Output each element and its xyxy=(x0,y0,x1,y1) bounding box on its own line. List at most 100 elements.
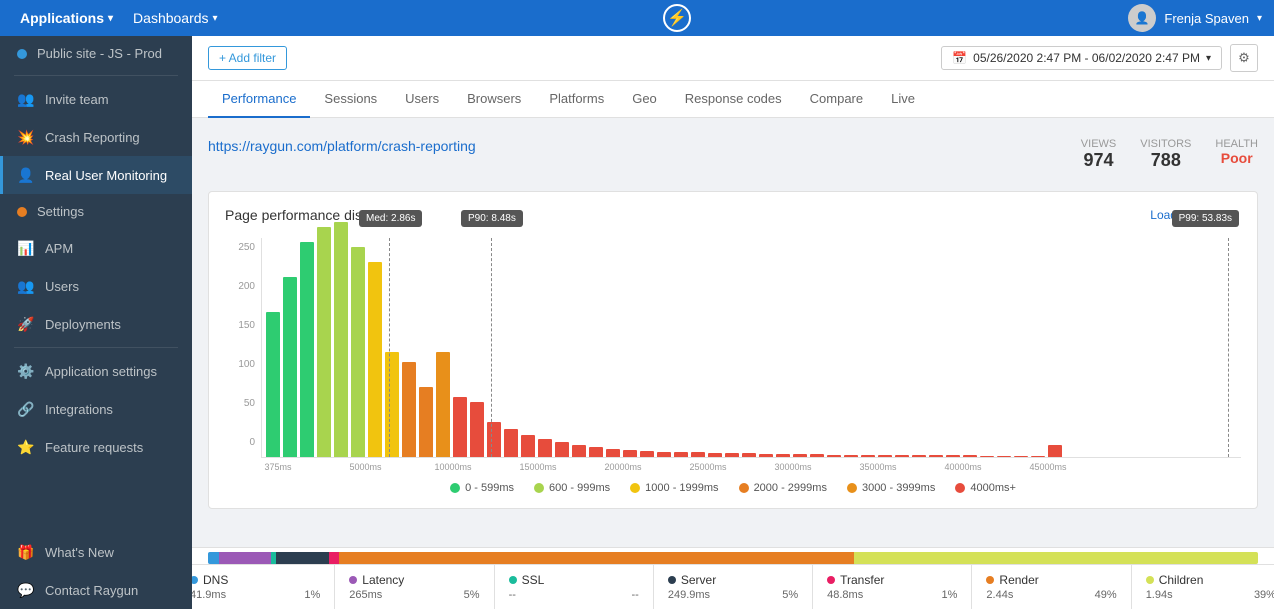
metric-children: Children 1.94s 39% xyxy=(1132,565,1274,609)
legend-item-0: 0 - 599ms xyxy=(450,482,514,494)
sidebar-item-users[interactable]: 👥 Users xyxy=(0,267,192,305)
user-name[interactable]: Frenja Spaven xyxy=(1164,11,1249,26)
legend-item-5: 4000ms+ xyxy=(955,482,1016,494)
tab-response-codes-label: Response codes xyxy=(685,91,782,106)
x-label: 20000ms xyxy=(605,462,619,472)
histogram-bar xyxy=(657,452,671,457)
histogram-bar xyxy=(521,435,535,457)
sidebar-item-crash-reporting[interactable]: 💥 Crash Reporting xyxy=(0,118,192,156)
apm-icon: 📊 xyxy=(17,239,35,257)
x-label xyxy=(656,462,670,472)
histogram-bar xyxy=(708,453,722,457)
tab-platforms[interactable]: Platforms xyxy=(535,81,618,118)
date-range-selector[interactable]: 📅 05/26/2020 2:47 PM - 06/02/2020 2:47 P… xyxy=(941,46,1222,70)
y-label-0: 0 xyxy=(249,437,255,448)
sidebar-app-settings-label: Application settings xyxy=(45,364,157,379)
views-value: 974 xyxy=(1081,150,1116,171)
metric-children-values: 1.94s 39% xyxy=(1146,589,1274,601)
histogram-bar xyxy=(589,447,603,457)
applications-menu[interactable]: Applications ▾ xyxy=(12,6,121,30)
sidebar-item-apm[interactable]: 📊 APM xyxy=(0,229,192,267)
sidebar-item-invite-team[interactable]: 👥 Invite team xyxy=(0,80,192,118)
user-chevron: ▾ xyxy=(1257,13,1262,24)
x-label xyxy=(962,462,976,472)
histogram-bar xyxy=(351,247,365,457)
histogram-bar xyxy=(368,262,382,457)
sidebar-item-feature-requests[interactable]: ⭐ Feature requests xyxy=(0,428,192,466)
sidebar-item-public-site[interactable]: Public site - JS - Prod xyxy=(0,36,192,71)
metric-latency: Latency 265ms 5% xyxy=(335,565,494,609)
add-filter-button[interactable]: + Add filter xyxy=(208,46,287,70)
tab-performance[interactable]: Performance xyxy=(208,81,310,118)
url-stats: Views 974 Visitors 788 Health Poor xyxy=(1081,138,1258,171)
y-label-50: 50 xyxy=(244,398,255,409)
visitors-label: Visitors xyxy=(1140,138,1191,150)
metric-transfer-label-row: Transfer xyxy=(827,573,957,587)
metric-dns-label-row: DNS xyxy=(192,573,320,587)
url-header: https://raygun.com/platform/crash-report… xyxy=(208,130,1258,179)
histogram-bar xyxy=(300,242,314,457)
x-label xyxy=(809,462,823,472)
tab-users[interactable]: Users xyxy=(391,81,453,118)
dashboards-menu[interactable]: Dashboards ▾ xyxy=(125,6,226,30)
legend-dot-green xyxy=(450,483,460,493)
y-label-100: 100 xyxy=(238,359,255,370)
metric-dns: DNS 41.9ms 1% xyxy=(192,565,335,609)
x-label xyxy=(1047,462,1061,472)
filter-settings-button[interactable]: ⚙ xyxy=(1230,44,1258,72)
p99-tooltip-annotation: P99: 53.83s xyxy=(1172,210,1239,227)
x-label xyxy=(588,462,602,472)
sidebar-item-contact[interactable]: 💬 Contact Raygun xyxy=(0,571,192,609)
tab-compare[interactable]: Compare xyxy=(796,81,877,118)
segment-bar xyxy=(208,552,1258,564)
settings-indicator xyxy=(17,207,27,217)
sidebar: Public site - JS - Prod 👥 Invite team 💥 … xyxy=(0,36,192,609)
x-label xyxy=(792,462,806,472)
x-label xyxy=(486,462,500,472)
sidebar-item-settings[interactable]: Settings xyxy=(0,194,192,229)
histogram-bar xyxy=(980,456,994,457)
histogram-bar xyxy=(538,439,552,457)
tab-browsers[interactable]: Browsers xyxy=(453,81,535,118)
legend-item-1: 600 - 999ms xyxy=(534,482,610,494)
deployments-icon: 🚀 xyxy=(17,315,35,333)
histogram-bar xyxy=(283,277,297,457)
metric-latency-dot xyxy=(349,576,357,584)
tab-platforms-label: Platforms xyxy=(549,91,604,106)
tooltip-annotation: Med: 2.86s xyxy=(359,210,422,227)
tab-geo[interactable]: Geo xyxy=(618,81,671,118)
legend-item-3: 2000 - 2999ms xyxy=(739,482,827,494)
x-label xyxy=(911,462,925,472)
metric-dns-name: DNS xyxy=(203,573,228,587)
sidebar-item-app-settings[interactable]: ⚙️ Application settings xyxy=(0,352,192,390)
x-label xyxy=(877,462,891,472)
url-display[interactable]: https://raygun.com/platform/crash-report… xyxy=(208,138,476,154)
sidebar-feature-requests-label: Feature requests xyxy=(45,440,143,455)
sidebar-rum-label: Real User Monitoring xyxy=(45,168,167,183)
histogram-bar xyxy=(878,455,892,457)
lightning-icon[interactable]: ⚡ xyxy=(663,4,691,32)
tab-sessions[interactable]: Sessions xyxy=(310,81,391,118)
metric-server-percent: 5% xyxy=(782,589,798,601)
metric-server-label-row: Server xyxy=(668,573,798,587)
legend-item-2: 1000 - 1999ms xyxy=(630,482,718,494)
legend-dot-yellow-green xyxy=(534,483,544,493)
x-label xyxy=(333,462,347,472)
applications-chevron: ▾ xyxy=(108,13,113,24)
histogram-bar xyxy=(640,451,654,457)
tab-response-codes[interactable]: Response codes xyxy=(671,81,796,118)
metric-dns-dot xyxy=(192,576,198,584)
metric-render-values: 2.44s 49% xyxy=(986,589,1116,601)
x-label: 375ms xyxy=(265,462,279,472)
sidebar-whats-new-label: What's New xyxy=(45,545,114,560)
sidebar-item-rum[interactable]: 👤 Real User Monitoring xyxy=(0,156,192,194)
x-label xyxy=(571,462,585,472)
gear-icon: ⚙ xyxy=(1238,50,1250,66)
sidebar-item-whats-new[interactable]: 🎁 What's New xyxy=(0,533,192,571)
y-axis-labels: 250 200 150 100 50 0 xyxy=(225,238,261,472)
histogram-bar xyxy=(385,352,399,457)
sidebar-item-deployments[interactable]: 🚀 Deployments xyxy=(0,305,192,343)
sidebar-item-integrations[interactable]: 🔗 Integrations xyxy=(0,390,192,428)
tab-live[interactable]: Live xyxy=(877,81,929,118)
histogram-bar xyxy=(725,453,739,457)
